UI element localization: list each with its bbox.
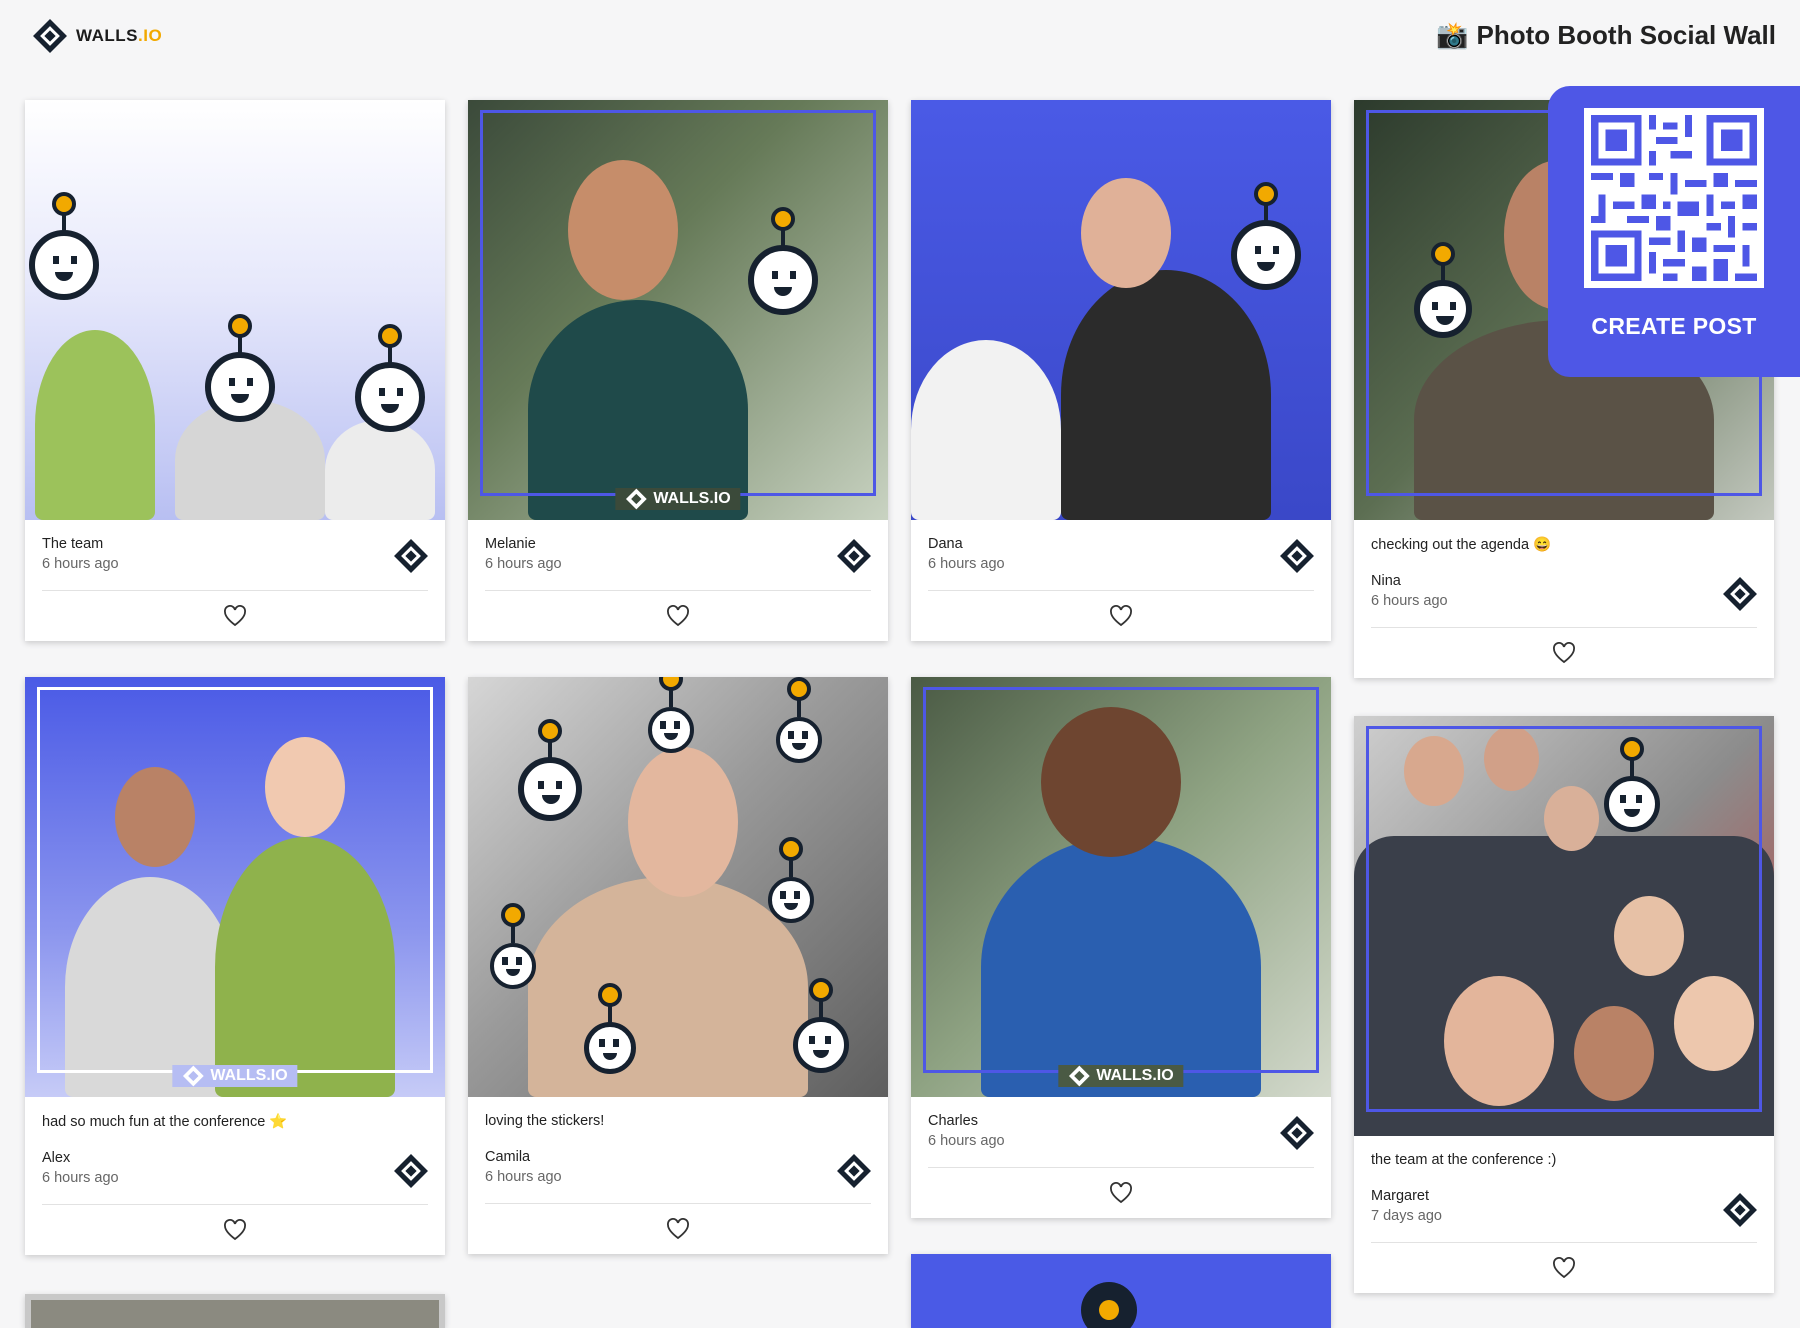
- robot-sticker: [29, 230, 99, 300]
- post-caption: loving the stickers!: [485, 1113, 605, 1129]
- post-card[interactable]: loving the stickers! Camila 6 hours ago: [468, 677, 888, 1254]
- like-heart-icon[interactable]: [1552, 642, 1576, 664]
- like-heart-icon[interactable]: [1109, 1182, 1133, 1204]
- like-heart-icon[interactable]: [666, 605, 690, 627]
- post-photo[interactable]: [911, 1254, 1331, 1328]
- post-card-partial[interactable]: [25, 1294, 445, 1328]
- photo-frame: [37, 687, 433, 1073]
- photo-person: [911, 340, 1061, 520]
- post-author[interactable]: Dana: [928, 536, 1314, 552]
- post-photo[interactable]: WALLS.IO: [911, 677, 1331, 1097]
- walls-source-icon: [1723, 1193, 1757, 1227]
- like-heart-icon[interactable]: [223, 1219, 247, 1241]
- photo-person: [1061, 270, 1271, 520]
- post-author[interactable]: Margaret: [1371, 1188, 1757, 1204]
- photo-face: [1081, 178, 1171, 288]
- post-time: 7 days ago: [1371, 1208, 1442, 1224]
- robot-sticker-eye: [1099, 1300, 1119, 1320]
- robot-sticker: [518, 757, 582, 821]
- walls-source-icon: [394, 539, 428, 573]
- post-photo[interactable]: [25, 100, 445, 520]
- walls-source-icon: [1723, 577, 1757, 611]
- walls-source-icon: [837, 1154, 871, 1188]
- photo-person: [528, 877, 808, 1097]
- page-title: 📸 Photo Booth Social Wall: [1436, 20, 1776, 51]
- robot-sticker: [768, 877, 814, 923]
- post-author[interactable]: The team: [42, 536, 428, 552]
- walls-logo-text: WALLS.IO: [76, 26, 163, 45]
- post-author[interactable]: Melanie: [485, 536, 871, 552]
- walls-source-icon: [394, 1154, 428, 1188]
- robot-sticker: [205, 352, 275, 422]
- post-photo[interactable]: [468, 677, 888, 1097]
- qr-code-icon[interactable]: [1584, 108, 1764, 288]
- post-card[interactable]: the team at the conference :) Margaret 7…: [1354, 716, 1774, 1293]
- post-time: 6 hours ago: [485, 556, 562, 572]
- post-photo[interactable]: WALLS.IO: [468, 100, 888, 520]
- post-author[interactable]: Nina: [1371, 573, 1757, 589]
- like-heart-icon[interactable]: [666, 1218, 690, 1240]
- walls-watermark: WALLS.IO: [615, 488, 741, 510]
- post-card[interactable]: The team 6 hours ago: [25, 100, 445, 641]
- post-caption: the team at the conference :): [1371, 1152, 1557, 1168]
- post-time: 6 hours ago: [1371, 593, 1448, 609]
- walls-logo[interactable]: WALLS.IO: [32, 18, 162, 54]
- camera-icon: 📸: [1436, 20, 1469, 50]
- walls-logo-icon: [33, 19, 67, 53]
- like-heart-icon[interactable]: [1109, 605, 1133, 627]
- like-heart-icon[interactable]: [1552, 1257, 1576, 1279]
- walls-source-icon: [1280, 1116, 1314, 1150]
- post-author[interactable]: Alex: [42, 1150, 428, 1166]
- photo-person: [325, 420, 435, 520]
- post-card[interactable]: WALLS.IO Charles 6 hours ago: [911, 677, 1331, 1218]
- photo-frame: [1366, 726, 1762, 1112]
- walls-source-icon: [1280, 539, 1314, 573]
- photo-person: [35, 330, 155, 520]
- post-author[interactable]: Camila: [485, 1149, 871, 1165]
- post-time: 6 hours ago: [42, 1170, 119, 1186]
- walls-watermark: WALLS.IO: [172, 1065, 298, 1087]
- post-caption: checking out the agenda 😄: [1371, 537, 1552, 553]
- post-time: 6 hours ago: [928, 556, 1005, 572]
- robot-sticker: [584, 1022, 636, 1074]
- walls-logo-icon: [182, 1065, 204, 1087]
- robot-sticker: [776, 717, 822, 763]
- robot-sticker: [490, 943, 536, 989]
- robot-sticker: [355, 362, 425, 432]
- post-card-partial[interactable]: [911, 1254, 1331, 1328]
- robot-sticker: [793, 1017, 849, 1073]
- post-author[interactable]: Charles: [928, 1113, 1314, 1129]
- post-card[interactable]: WALLS.IO had so much fun at the conferen…: [25, 677, 445, 1255]
- post-time: 6 hours ago: [42, 556, 119, 572]
- post-photo[interactable]: WALLS.IO: [25, 677, 445, 1097]
- post-time: 6 hours ago: [485, 1169, 562, 1185]
- post-card[interactable]: Dana 6 hours ago: [911, 100, 1331, 641]
- post-card[interactable]: WALLS.IO Melanie 6 hours ago: [468, 100, 888, 641]
- robot-sticker: [1231, 220, 1301, 290]
- page-title-text: Photo Booth Social Wall: [1476, 20, 1776, 50]
- walls-logo-icon: [1068, 1065, 1090, 1087]
- robot-sticker: [648, 707, 694, 753]
- create-post-button[interactable]: CREATE POST: [1548, 86, 1800, 377]
- post-time: 6 hours ago: [928, 1133, 1005, 1149]
- photo-face: [628, 747, 738, 897]
- walls-logo-icon: [625, 488, 647, 510]
- post-photo[interactable]: [1354, 716, 1774, 1136]
- post-caption: had so much fun at the conference ⭐: [42, 1114, 288, 1130]
- post-photo[interactable]: [911, 100, 1331, 520]
- like-heart-icon[interactable]: [223, 605, 247, 627]
- create-post-label[interactable]: CREATE POST: [1591, 313, 1756, 340]
- walls-watermark: WALLS.IO: [1058, 1065, 1184, 1087]
- walls-source-icon: [837, 539, 871, 573]
- photo-frame: [480, 110, 876, 496]
- photo-frame: [923, 687, 1319, 1073]
- post-photo[interactable]: [25, 1294, 445, 1328]
